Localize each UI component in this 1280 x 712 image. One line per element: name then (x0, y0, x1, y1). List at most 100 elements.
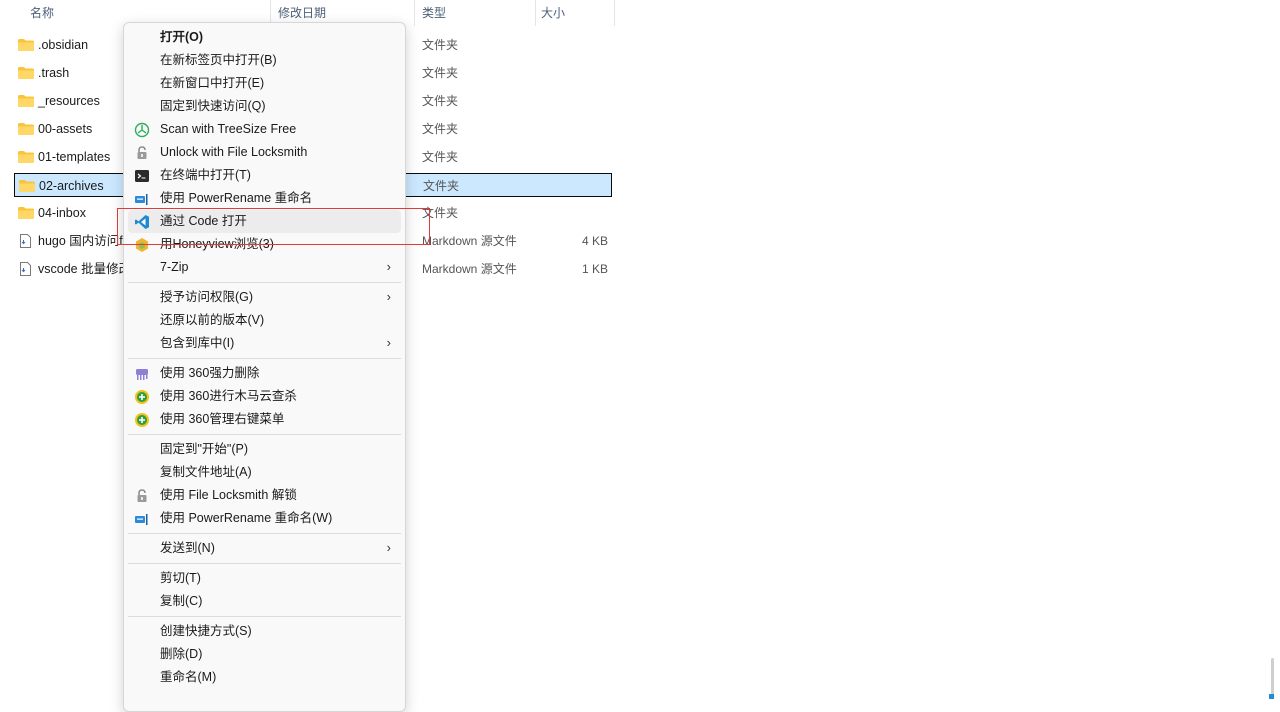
file-name: _resources (38, 94, 100, 108)
context-menu-item[interactable]: 固定到"开始"(P) (128, 438, 401, 461)
menu-item-label: 重命名(M) (160, 669, 217, 684)
file-type: 文件夹 (423, 179, 460, 193)
file-type: 文件夹 (422, 150, 459, 164)
menu-separator (128, 616, 401, 617)
markdown-file-icon (20, 234, 31, 248)
menu-item-label: 在终端中打开(T) (160, 167, 251, 182)
context-menu-item[interactable]: 包含到库中(I) › (128, 332, 401, 355)
context-menu-item[interactable]: 使用 PowerRename 重命名(W) (128, 507, 401, 530)
menu-item-label: 使用 360强力删除 (160, 365, 260, 380)
lock-icon (137, 145, 147, 159)
menu-item-label: 包含到库中(I) (160, 335, 235, 350)
menu-item-label: 固定到快速访问(Q) (160, 98, 266, 113)
context-menu-item[interactable]: 授予访问权限(G) › (128, 286, 401, 309)
menu-item-label: Scan with TreeSize Free (160, 121, 297, 136)
menu-item-label: 在新标签页中打开(B) (160, 52, 277, 67)
antivirus-360-icon (135, 389, 149, 404)
folder-icon (18, 123, 34, 135)
menu-separator (128, 434, 401, 435)
menu-item-label: 复制(C) (160, 593, 203, 608)
column-header-type[interactable]: 类型 (422, 0, 446, 26)
context-menu-item[interactable]: 7-Zip › (128, 256, 401, 279)
powerrename-icon (135, 513, 148, 525)
context-menu-item[interactable]: 通过 Code 打开 (128, 209, 401, 233)
context-menu-item[interactable]: 打开(O) (128, 26, 401, 49)
context-menu-item[interactable]: 剪切(T) (128, 567, 401, 590)
lock-icon (137, 488, 147, 502)
context-menu-item[interactable]: 发送到(N) › (128, 537, 401, 560)
file-name: 04-inbox (38, 206, 86, 220)
file-name: 00-assets (38, 122, 93, 136)
file-name: vscode 批量修改 (38, 262, 132, 276)
menu-manager-360-icon (135, 412, 149, 427)
column-divider[interactable] (414, 0, 415, 26)
menu-item-label: 创建快捷方式(S) (160, 623, 252, 638)
menu-item-label: 发送到(N) (160, 540, 215, 555)
folder-icon (19, 180, 35, 192)
menu-item-label: 使用 PowerRename 重命名 (160, 190, 313, 205)
file-type: 文件夹 (422, 94, 459, 108)
scrollbar-thumb[interactable] (1271, 658, 1274, 698)
file-name: 02-archives (39, 179, 104, 193)
folder-icon (18, 39, 34, 51)
context-menu-item[interactable]: 固定到快速访问(Q) (128, 95, 401, 118)
chevron-right-icon: › (386, 539, 391, 555)
menu-separator (128, 533, 401, 534)
context-menu-item[interactable]: 在新窗口中打开(E) (128, 72, 401, 95)
context-menu-item[interactable]: 还原以前的版本(V) (128, 309, 401, 332)
markdown-file-icon (20, 262, 31, 276)
column-header-size[interactable]: 大小 (541, 0, 565, 26)
menu-separator (128, 282, 401, 283)
menu-item-label: 复制文件地址(A) (160, 464, 252, 479)
menu-item-label: 通过 Code 打开 (160, 213, 247, 228)
menu-separator (128, 358, 401, 359)
menu-item-label: 使用 360进行木马云查杀 (160, 388, 297, 403)
context-menu-item[interactable]: 在新标签页中打开(B) (128, 49, 401, 72)
terminal-icon (135, 169, 149, 182)
honeyview-icon (136, 237, 148, 252)
menu-item-label: 用Honeyview浏览(3) (160, 236, 274, 251)
file-name: .obsidian (38, 38, 89, 52)
menu-item-label: 打开(O) (160, 29, 204, 44)
file-name: hugo 国内访问f (38, 234, 123, 248)
sort-ascending-icon: ^ (143, 0, 148, 5)
menu-item-label: 还原以前的版本(V) (160, 312, 265, 327)
column-header-name[interactable]: 名称 (30, 0, 54, 26)
file-name: 01-templates (38, 150, 111, 164)
context-menu-item[interactable]: 复制文件地址(A) (128, 461, 401, 484)
context-menu-item[interactable]: 重命名(M) (128, 666, 401, 689)
file-name: .trash (38, 66, 70, 80)
context-menu-item[interactable]: Scan with TreeSize Free (128, 118, 401, 141)
column-divider[interactable] (614, 0, 615, 26)
context-menu-item[interactable]: 用Honeyview浏览(3) (128, 233, 401, 256)
context-menu-item[interactable]: 删除(D) (128, 643, 401, 666)
menu-item-label: 使用 PowerRename 重命名(W) (160, 510, 333, 525)
chevron-right-icon: › (386, 334, 391, 350)
file-type: 文件夹 (422, 38, 459, 52)
context-menu-item[interactable]: Unlock with File Locksmith (128, 141, 401, 164)
menu-item-label: 使用 360管理右键菜单 (160, 411, 285, 426)
context-menu-item[interactable]: 使用 360强力删除 (128, 362, 401, 385)
context-menu-item[interactable]: 在终端中打开(T) (128, 164, 401, 187)
context-menu-item[interactable]: 使用 PowerRename 重命名 (128, 187, 401, 210)
menu-item-label: Unlock with File Locksmith (160, 144, 308, 159)
chevron-right-icon: › (386, 258, 391, 274)
file-type: 文件夹 (422, 206, 459, 220)
treesize-icon (134, 122, 150, 137)
file-type: Markdown 源文件 (422, 234, 517, 248)
context-menu-item[interactable]: 使用 File Locksmith 解锁 (128, 484, 401, 507)
menu-item-label: 7-Zip (160, 259, 189, 274)
column-divider[interactable] (535, 0, 536, 26)
folder-icon (18, 151, 34, 163)
menu-item-label: 删除(D) (160, 646, 203, 661)
context-menu-item[interactable]: 创建快捷方式(S) (128, 620, 401, 643)
folder-icon (18, 207, 34, 219)
file-type: 文件夹 (422, 122, 459, 136)
context-menu-item[interactable]: 使用 360进行木马云查杀 (128, 385, 401, 408)
menu-item-label: 固定到"开始"(P) (160, 441, 249, 456)
menu-item-label: 使用 File Locksmith 解锁 (160, 487, 297, 502)
context-menu-item[interactable]: 使用 360管理右键菜单 (128, 408, 401, 431)
menu-item-label: 剪切(T) (160, 570, 201, 585)
menu-item-label: 在新窗口中打开(E) (160, 75, 265, 90)
context-menu-item[interactable]: 复制(C) (128, 590, 401, 613)
